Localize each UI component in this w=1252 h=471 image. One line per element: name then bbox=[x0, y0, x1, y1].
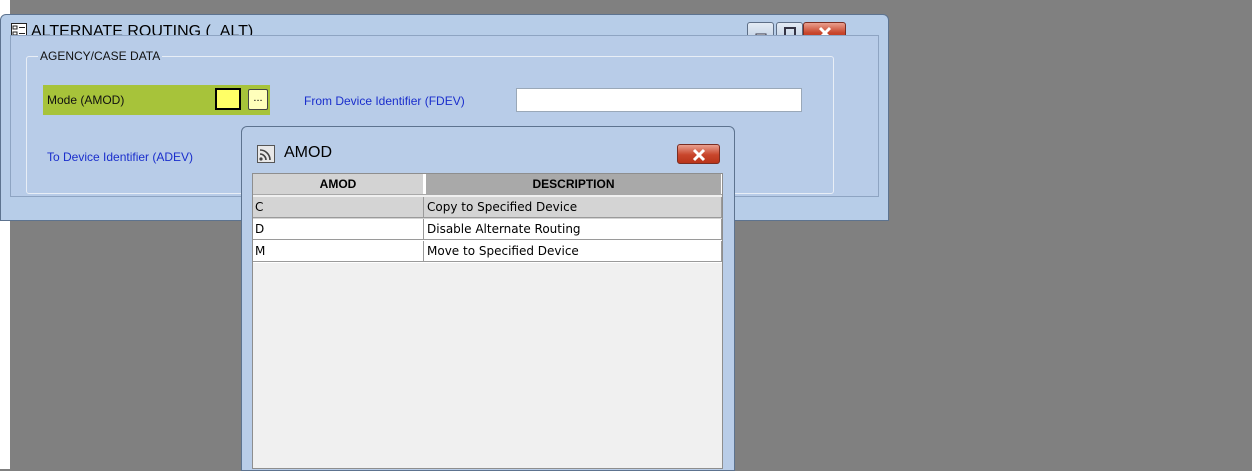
adev-label: To Device Identifier (ADEV) bbox=[47, 150, 194, 164]
table-row[interactable]: M Move to Specified Device bbox=[253, 241, 722, 263]
popup-close-button[interactable] bbox=[677, 144, 720, 164]
column-header-description[interactable]: DESCRIPTION bbox=[424, 174, 722, 194]
fdev-label: From Device Identifier (FDEV) bbox=[304, 94, 465, 108]
fdev-input[interactable] bbox=[516, 88, 802, 112]
feed-icon bbox=[257, 145, 275, 163]
cell-description: Copy to Specified Device bbox=[424, 197, 722, 218]
cell-code: D bbox=[253, 219, 424, 240]
popup-title: AMOD bbox=[284, 144, 332, 161]
lookup-button[interactable]: ... bbox=[248, 89, 268, 110]
column-header-amod[interactable]: AMOD bbox=[253, 174, 424, 194]
mode-input[interactable] bbox=[215, 88, 241, 110]
cell-code: C bbox=[253, 197, 424, 218]
close-icon bbox=[692, 148, 706, 162]
mode-label: Mode (AMOD) bbox=[47, 93, 125, 107]
cell-code: M bbox=[253, 241, 424, 262]
cell-description: Disable Alternate Routing bbox=[424, 219, 722, 240]
group-title: AGENCY/CASE DATA bbox=[38, 49, 163, 63]
table-row[interactable]: C Copy to Specified Device bbox=[253, 197, 722, 219]
cell-description: Move to Specified Device bbox=[424, 241, 722, 262]
table-row[interactable]: D Disable Alternate Routing bbox=[253, 219, 722, 241]
